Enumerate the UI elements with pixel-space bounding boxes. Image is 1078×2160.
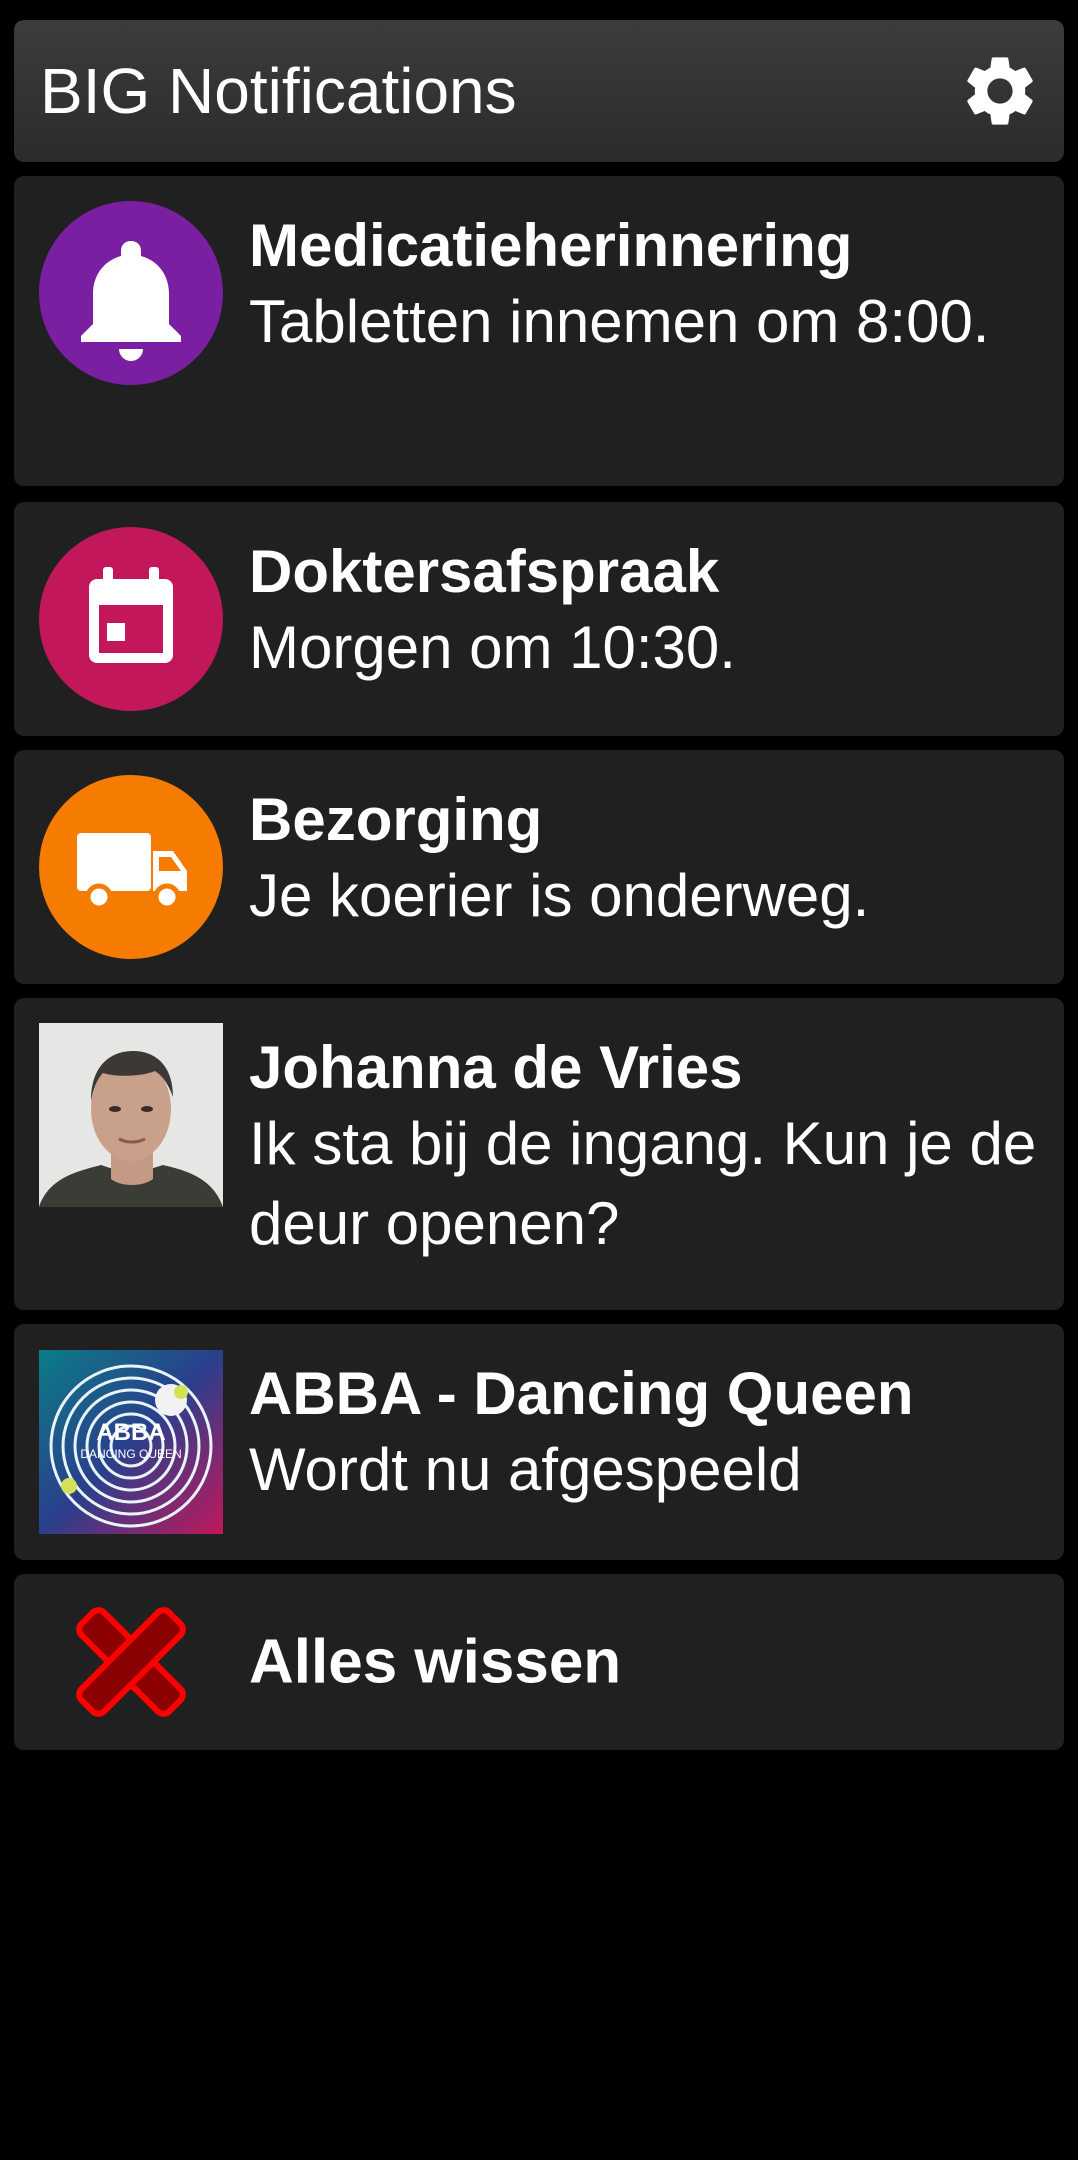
clear-all-label: Alles wissen (249, 1627, 622, 1697)
notification-title: Doktersafspraak (249, 538, 720, 605)
notification-body: Je koerier is onderweg. (249, 862, 870, 929)
notification-medication[interactable]: Medicatieherinnering Tabletten innemen o… (14, 176, 1064, 486)
notification-message[interactable]: Johanna de Vries Ik sta bij de ingang. K… (14, 998, 1064, 1310)
app-title: BIG Notifications (40, 55, 517, 127)
calendar-icon (39, 527, 223, 711)
notification-delivery[interactable]: Bezorging Je koerier is onderweg. (14, 750, 1064, 984)
app-header: BIG Notifications (14, 20, 1064, 162)
bell-icon (39, 201, 223, 385)
album-art: ABBA DANCING QUEEN (39, 1350, 223, 1534)
album-art-subtitle: DANCING QUEEN (80, 1447, 181, 1461)
notification-body: Morgen om 10:30. (249, 614, 736, 681)
notification-title: ABBA - Dancing Queen (249, 1360, 914, 1427)
notification-appointment[interactable]: Doktersafspraak Morgen om 10:30. (14, 502, 1064, 736)
notification-title: Medicatieherinnering (249, 212, 853, 279)
notification-title: Bezorging (249, 786, 543, 853)
album-art-title: ABBA (96, 1419, 165, 1446)
truck-icon (39, 775, 223, 959)
notification-body: Wordt nu afgespeeld (249, 1436, 802, 1503)
notification-title: Johanna de Vries (249, 1034, 743, 1101)
notification-body: Ik sta bij de ingang. Kun je de deur ope… (249, 1110, 1037, 1257)
contact-avatar (39, 1023, 223, 1207)
notification-media[interactable]: ABBA DANCING QUEEN ABBA - Dancing Queen … (14, 1324, 1064, 1560)
notification-body: Tabletten innemen om 8:00. (249, 288, 990, 355)
close-icon (39, 1574, 223, 1750)
gear-icon[interactable] (958, 49, 1042, 133)
clear-all-button[interactable]: Alles wissen (14, 1574, 1064, 1750)
